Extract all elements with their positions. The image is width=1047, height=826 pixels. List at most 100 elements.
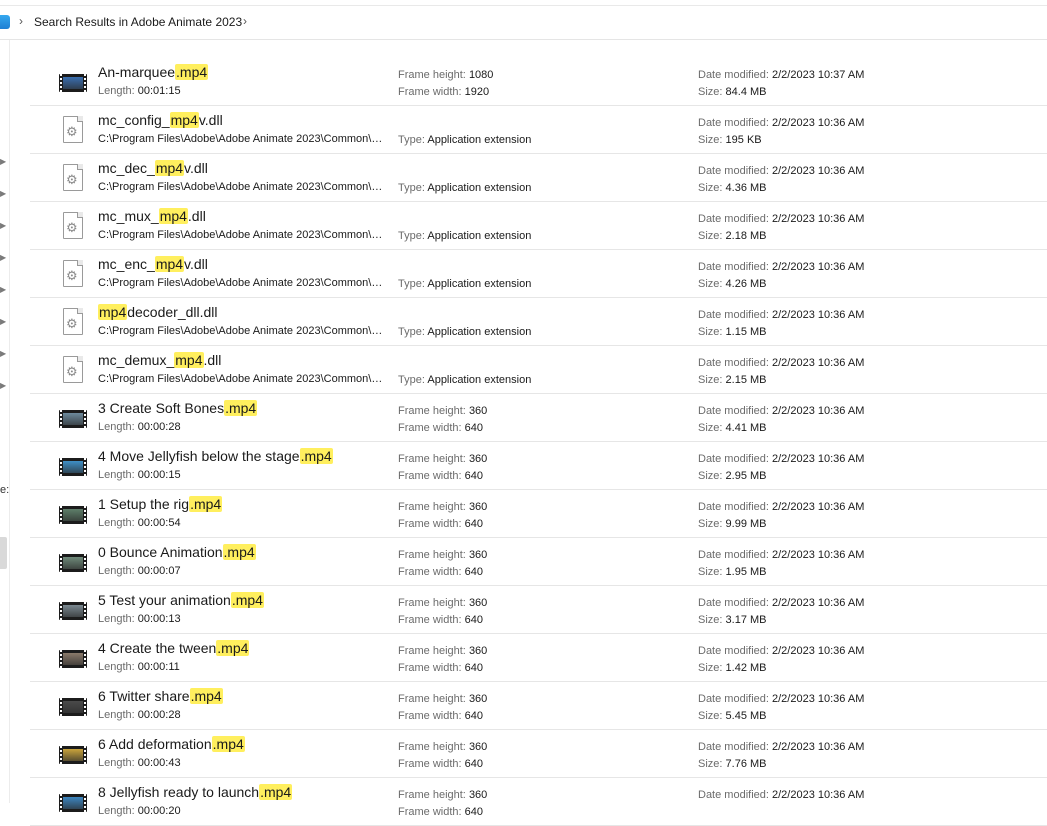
file-subtitle: Length: 00:00:11 — [98, 661, 180, 673]
search-highlight: .mp4 — [259, 784, 293, 800]
length-label: Length: — [98, 757, 135, 769]
nav-selected-item[interactable] — [0, 537, 7, 569]
frame-width-value: 640 — [464, 470, 483, 482]
file-name[interactable]: mc_dec_mp4v.dll — [98, 160, 208, 176]
breadcrumb-chevron-icon[interactable]: › — [243, 14, 247, 28]
type-label: Type: — [398, 326, 425, 338]
file-type: Type: Application extension — [398, 134, 531, 146]
video-file-icon — [58, 451, 88, 481]
file-type: Type: Application extension — [398, 374, 531, 386]
breadcrumb-separator-icon[interactable]: › — [19, 14, 23, 28]
file-name[interactable]: 4 Move Jellyfish below the stage.mp4 — [98, 448, 333, 464]
film-perforation — [60, 794, 62, 812]
frame-width-label: Frame width: — [398, 758, 462, 770]
search-highlight: mp4 — [174, 352, 204, 368]
file-name[interactable]: mc_config_mp4v.dll — [98, 112, 223, 128]
file-name[interactable]: 8 Jellyfish ready to launch.mp4 — [98, 784, 293, 800]
list-item[interactable]: 5 Test your animation.mp4 Length: 00:00:1… — [30, 586, 1047, 634]
date-modified-value: 2/2/2023 10:37 AM — [772, 69, 865, 81]
list-item[interactable]: 4 Move Jellyfish below the stage.mp4 Leng… — [30, 442, 1047, 490]
search-highlight: .mp4 — [230, 592, 264, 608]
size-label: Size: — [698, 422, 723, 434]
search-highlight: mp4 — [154, 256, 185, 272]
date-modified-label: Date modified: — [698, 405, 769, 417]
frame-height-value: 360 — [468, 741, 488, 753]
file-name-suffix: v.dll — [184, 256, 208, 272]
frame-height-label: Frame height: — [398, 549, 466, 561]
file-name[interactable]: An-marquee.mp4 — [98, 64, 209, 80]
file-name-prefix: 0 Bounce Animation — [98, 544, 223, 560]
film-perforation — [60, 650, 62, 668]
search-highlight: .mp4 — [299, 448, 333, 464]
file-name-suffix: decoder_dll.dll — [127, 304, 218, 320]
date-modified-label: Date modified: — [698, 741, 769, 753]
file-name-prefix: mc_dec_ — [98, 160, 155, 176]
file-name[interactable]: 4 Create the tween.mp4 — [98, 640, 250, 656]
list-item[interactable]: An-marquee.mp4 Length: 00:01:15 Frame heig… — [30, 58, 1047, 106]
dll-file-icon: ⚙ — [58, 355, 88, 385]
nav-expand-icon[interactable]: ▶ — [0, 286, 6, 294]
list-item[interactable]: ⚙ mp4decoder_dll.dll C:\Program Files\Adob… — [30, 298, 1047, 346]
list-item[interactable]: ⚙ mc_dec_mp4v.dll C:\Program Files\Adobe\A… — [30, 154, 1047, 202]
list-item[interactable]: 3 Create Soft Bones.mp4 Length: 00:00:28 F… — [30, 394, 1047, 442]
list-item[interactable]: 1 Setup the rig.mp4 Length: 00:00:54 Frame… — [30, 490, 1047, 538]
list-item[interactable]: 8 Jellyfish ready to launch.mp4 Length: 0… — [30, 778, 1047, 826]
file-subtitle: Length: 00:00:07 — [98, 565, 181, 577]
file-subtitle: Length: 00:00:20 — [98, 805, 181, 817]
gear-icon: ⚙ — [66, 364, 78, 379]
list-item[interactable]: ⚙ mc_enc_mp4v.dll C:\Program Files\Adobe\A… — [30, 250, 1047, 298]
file-name[interactable]: 3 Create Soft Bones.mp4 — [98, 400, 258, 416]
nav-expand-icon[interactable]: ▶ — [0, 158, 6, 166]
nav-expand-icon[interactable]: ▶ — [0, 222, 6, 230]
video-thumbnail — [63, 509, 83, 521]
list-item[interactable]: 6 Add deformation.mp4 Length: 00:00:43 Fra… — [30, 730, 1047, 778]
file-name[interactable]: mp4decoder_dll.dll — [98, 304, 218, 320]
nav-expand-icon[interactable]: ▶ — [0, 254, 6, 262]
breadcrumb-search-results[interactable]: Search Results in Adobe Animate 2023 — [34, 15, 242, 29]
file-name[interactable]: 6 Twitter share.mp4 — [98, 688, 223, 704]
length-value: 00:00:54 — [137, 517, 181, 529]
gear-icon: ⚙ — [66, 220, 78, 235]
file-name-prefix: mc_config_ — [98, 112, 170, 128]
type-value: Application extension — [427, 278, 532, 290]
search-highlight: mp4 — [158, 208, 188, 224]
this-pc-icon[interactable] — [0, 15, 10, 29]
list-item[interactable]: 4 Create the tween.mp4 Length: 00:00:11 Fr… — [30, 634, 1047, 682]
file-name[interactable]: 1 Setup the rig.mp4 — [98, 496, 223, 512]
nav-item-label[interactable]: e: — [0, 484, 9, 496]
list-item[interactable]: 6 Twitter share.mp4 Length: 00:00:28 Frame… — [30, 682, 1047, 730]
file-name-prefix: mc_demux_ — [98, 352, 175, 368]
list-item[interactable]: ⚙ mc_mux_mp4.dll C:\Program Files\Adobe\Ad… — [30, 202, 1047, 250]
size-label: Size: — [698, 758, 723, 770]
nav-expand-icon[interactable]: ▶ — [0, 190, 6, 198]
file-page-fold — [77, 356, 83, 362]
file-name-prefix: 3 Create Soft Bones — [98, 400, 225, 416]
file-name[interactable]: mc_demux_mp4.dll — [98, 352, 221, 368]
size-value: 4.41 MB — [725, 422, 767, 434]
file-name[interactable]: mc_enc_mp4v.dll — [98, 256, 208, 272]
list-item[interactable]: 0 Bounce Animation.mp4 Length: 00:00:07 Fr… — [30, 538, 1047, 586]
size-value: 195 KB — [725, 134, 762, 146]
film-strip-icon — [59, 74, 87, 92]
list-item[interactable]: ⚙ mc_demux_mp4.dll C:\Program Files\Adobe\… — [30, 346, 1047, 394]
frame-height: Frame height: 360 — [398, 693, 487, 705]
frame-width: Frame width: 640 — [398, 662, 483, 674]
search-highlight: .mp4 — [189, 496, 223, 512]
nav-expand-icon[interactable]: ▶ — [0, 350, 6, 358]
gear-icon: ⚙ — [66, 124, 78, 139]
file-name[interactable]: 0 Bounce Animation.mp4 — [98, 544, 256, 560]
frame-height-label: Frame height: — [398, 693, 466, 705]
list-item[interactable]: ⚙ mc_config_mp4v.dll C:\Program Files\Adob… — [30, 106, 1047, 154]
video-file-icon — [58, 739, 88, 769]
file-subtitle: Length: 00:01:15 — [98, 85, 181, 97]
date-modified-value: 2/2/2023 10:36 AM — [772, 165, 865, 177]
file-name[interactable]: 5 Test your animation.mp4 — [98, 592, 264, 608]
frame-width-value: 640 — [464, 710, 483, 722]
file-name[interactable]: mc_mux_mp4.dll — [98, 208, 206, 224]
file-name[interactable]: 6 Add deformation.mp4 — [98, 736, 245, 752]
frame-width-value: 640 — [464, 422, 483, 434]
nav-expand-icon[interactable]: ▶ — [0, 382, 6, 390]
nav-expand-icon[interactable]: ▶ — [0, 318, 6, 326]
frame-height: Frame height: 360 — [398, 405, 487, 417]
size-value: 4.26 MB — [725, 278, 767, 290]
